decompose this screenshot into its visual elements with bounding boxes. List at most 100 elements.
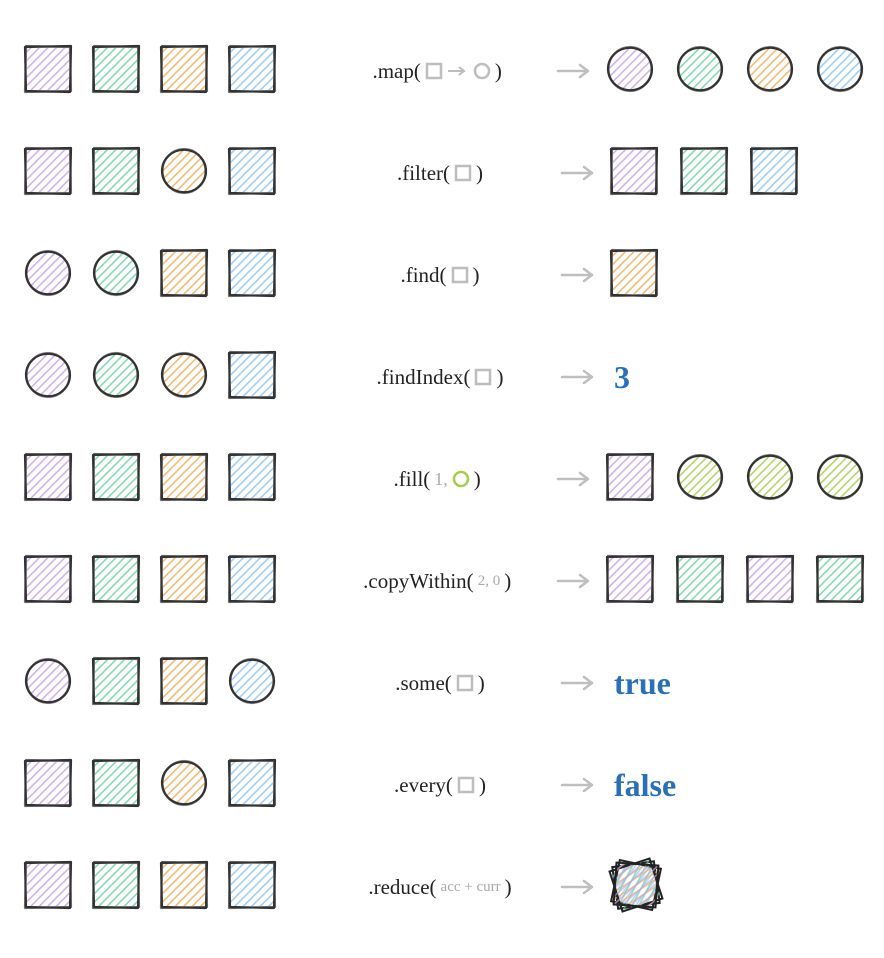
square-glyph-icon — [454, 164, 472, 182]
arrow-icon — [546, 469, 606, 489]
input-shape — [228, 249, 276, 302]
method-label: .reduce(acc + curr) — [330, 875, 550, 900]
input-shape — [92, 45, 140, 98]
output-shape — [746, 45, 794, 98]
method-arg: acc + curr — [441, 879, 501, 896]
output-shape — [816, 555, 864, 608]
method-row: .findIndex() 3 — [20, 326, 864, 428]
method-label: .findIndex() — [330, 365, 550, 390]
input-shape — [160, 657, 208, 710]
input-shape — [160, 759, 208, 812]
output-text: 3 — [610, 359, 630, 396]
input-shape — [160, 351, 208, 404]
input-shape — [160, 45, 208, 98]
input-shapes — [20, 147, 330, 200]
input-shape — [228, 861, 276, 914]
input-shapes — [20, 453, 328, 506]
method-name: .copyWithin( — [363, 569, 474, 594]
square-glyph-icon — [457, 776, 475, 794]
square-glyph-icon — [425, 62, 443, 80]
method-label: .find() — [330, 263, 550, 288]
input-shape — [92, 555, 140, 608]
output-shapes — [606, 453, 864, 506]
input-shape — [24, 45, 72, 98]
method-arg: 2, 0 — [478, 573, 501, 590]
input-shape — [228, 555, 276, 608]
method-row: .map() — [20, 20, 864, 122]
method-name: .map( — [372, 59, 420, 84]
input-shape — [92, 759, 140, 812]
input-shape — [92, 249, 140, 302]
method-label: .copyWithin(2, 0) — [328, 569, 547, 594]
arrow-icon — [550, 673, 610, 693]
arrow-glyph-icon — [447, 65, 469, 77]
arrow-icon — [546, 571, 606, 591]
input-shape — [92, 657, 140, 710]
output-shape — [610, 147, 658, 200]
input-shape — [24, 759, 72, 812]
method-row: .fill(1,) — [20, 428, 864, 530]
input-shapes — [20, 45, 328, 98]
output-shape — [606, 45, 654, 98]
output-text: false — [610, 767, 676, 804]
input-shape — [228, 657, 276, 710]
input-shape — [92, 453, 140, 506]
input-shape — [228, 453, 276, 506]
method-label: .map() — [328, 59, 547, 84]
input-shapes — [20, 657, 330, 710]
input-shape — [92, 861, 140, 914]
output-shape — [750, 147, 798, 200]
input-shapes — [20, 555, 328, 608]
square-glyph-icon — [456, 674, 474, 692]
input-shape — [92, 147, 140, 200]
method-name: .fill( — [394, 467, 431, 492]
method-label: .filter() — [330, 161, 550, 186]
output-shapes — [610, 249, 658, 302]
arrow-icon — [550, 367, 610, 387]
output-shape — [606, 453, 654, 506]
method-row: .filter() — [20, 122, 864, 224]
output-shapes — [610, 147, 798, 200]
input-shape — [228, 45, 276, 98]
output-shape — [606, 555, 654, 608]
input-shape — [228, 351, 276, 404]
method-row: .every() false — [20, 734, 864, 836]
input-shape — [160, 555, 208, 608]
output-shape — [676, 45, 724, 98]
method-row: .copyWithin(2, 0) — [20, 530, 864, 632]
method-name: .findIndex( — [377, 365, 471, 390]
output-shape — [676, 555, 724, 608]
output-shape — [816, 45, 864, 98]
output-shape — [816, 453, 864, 506]
input-shape — [92, 351, 140, 404]
output-shape — [746, 453, 794, 506]
method-label: .every() — [330, 773, 550, 798]
square-glyph-icon — [451, 266, 469, 284]
method-name: .some( — [395, 671, 452, 696]
input-shape — [24, 453, 72, 506]
input-shape — [160, 861, 208, 914]
input-shapes — [20, 861, 330, 914]
circle-glyph-icon — [452, 470, 470, 488]
input-shape — [160, 453, 208, 506]
method-label: .some() — [330, 671, 550, 696]
input-shapes — [20, 351, 330, 404]
input-shape — [228, 759, 276, 812]
output-shape — [680, 147, 728, 200]
arrow-icon — [550, 163, 610, 183]
input-shape — [228, 147, 276, 200]
arrow-icon — [550, 265, 610, 285]
method-name: .reduce( — [368, 875, 436, 900]
input-shape — [160, 249, 208, 302]
input-shape — [160, 147, 208, 200]
input-shape — [24, 249, 72, 302]
output-text: true — [610, 665, 671, 702]
output-shape — [610, 249, 658, 302]
circle-glyph-icon — [473, 62, 491, 80]
output-shape — [746, 555, 794, 608]
arrow-icon — [550, 877, 610, 897]
method-row: .reduce(acc + curr) — [20, 836, 864, 938]
method-arg: 1, — [434, 469, 448, 490]
arrow-icon — [546, 61, 606, 81]
input-shape — [24, 861, 72, 914]
